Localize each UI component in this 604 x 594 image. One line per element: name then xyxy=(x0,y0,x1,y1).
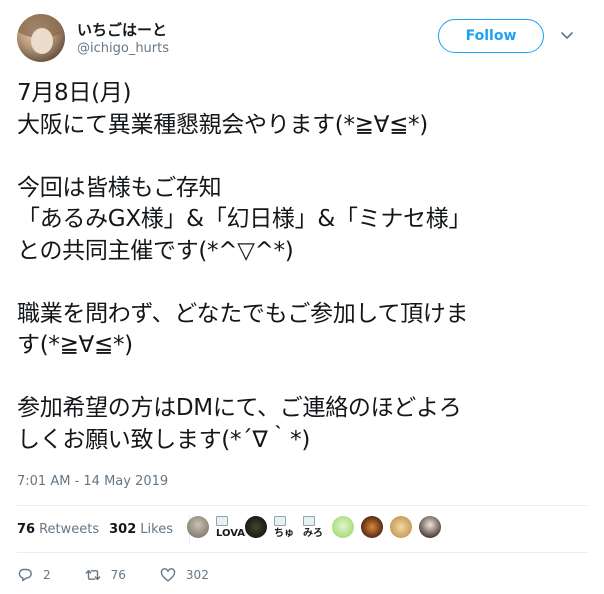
retweets-count: 76 xyxy=(17,521,36,537)
likes-count: 302 xyxy=(109,521,137,537)
user-handle[interactable]: @ichigo_hurts xyxy=(77,41,169,56)
liker-avatar[interactable] xyxy=(332,516,354,538)
liker-avatar-broken[interactable]: LOVALON xyxy=(216,516,246,548)
liker-avatar[interactable] xyxy=(245,516,267,538)
divider xyxy=(17,505,587,506)
display-name[interactable]: いちごはーと xyxy=(77,19,167,40)
follow-button[interactable]: Follow xyxy=(438,19,544,53)
reply-count: 2 xyxy=(43,568,51,582)
retweets-stat[interactable]: 76 Retweets xyxy=(17,522,99,537)
tweet-stats: 76 Retweets 302 Likes xyxy=(17,515,198,543)
broken-image-icon xyxy=(216,516,228,526)
liker-alt-text: ちゅ xyxy=(274,528,294,539)
divider xyxy=(17,552,587,553)
chevron-down-icon[interactable] xyxy=(560,28,574,42)
liker-alt-text: LOVALON xyxy=(216,528,246,539)
liker-avatar[interactable] xyxy=(187,516,209,538)
retweet-icon xyxy=(85,569,101,581)
avatar[interactable] xyxy=(17,14,65,62)
tweet-actions: 2 76 302 xyxy=(17,565,243,585)
retweet-count: 76 xyxy=(110,568,126,582)
liker-avatar-broken[interactable]: ちゅ xyxy=(274,516,304,548)
likes-label: Likes xyxy=(140,521,173,537)
liker-alt-text: みろ xyxy=(303,528,323,539)
avatar-face xyxy=(31,28,53,54)
tweet-timestamp[interactable]: 7:01 AM - 14 May 2019 xyxy=(17,474,168,489)
liker-avatar[interactable] xyxy=(390,516,412,538)
likes-stat[interactable]: 302 Likes xyxy=(109,522,173,537)
like-button[interactable]: 302 xyxy=(160,567,209,583)
tweet-header: いちごはーと @ichigo_hurts Follow xyxy=(17,14,587,64)
like-count: 302 xyxy=(185,568,209,582)
liker-avatars: LOVALON ちゅ みろ xyxy=(187,516,507,546)
reply-button[interactable]: 2 xyxy=(17,567,51,583)
heart-icon xyxy=(160,568,176,582)
retweets-label: Retweets xyxy=(39,521,100,537)
tweet-text: 7月8日(月) 大阪にて異業種懇親会やります(*≧∀≦*) 今回は皆様もご存知 … xyxy=(17,80,472,453)
broken-image-icon xyxy=(303,516,315,526)
reply-icon xyxy=(18,568,32,582)
liker-avatar-broken[interactable]: みろ xyxy=(303,516,333,548)
broken-image-icon xyxy=(274,516,286,526)
liker-avatar[interactable] xyxy=(419,516,441,538)
liker-avatar[interactable] xyxy=(361,516,383,538)
retweet-button[interactable]: 76 xyxy=(85,567,126,583)
